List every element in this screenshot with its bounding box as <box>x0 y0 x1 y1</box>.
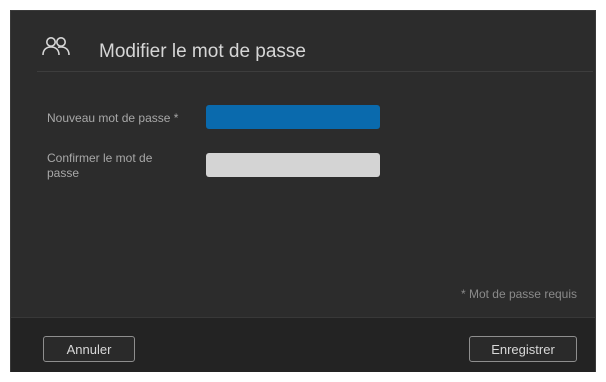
confirm-password-label: Confirmer le mot de passe <box>47 151 153 180</box>
dialog-header: Modifier le mot de passe <box>37 35 593 72</box>
cancel-button[interactable]: Annuler <box>43 336 135 362</box>
dialog-footer: Annuler Enregistrer <box>11 317 595 372</box>
users-icon <box>41 35 71 61</box>
new-password-input[interactable] <box>206 105 380 129</box>
new-password-label: Nouveau mot de passe * <box>47 111 197 126</box>
dialog-title: Modifier le mot de passe <box>99 41 306 62</box>
required-note: * Mot de passe requis <box>460 287 577 301</box>
save-button[interactable]: Enregistrer <box>469 336 577 362</box>
confirm-password-input[interactable] <box>206 153 380 177</box>
required-marker: * <box>173 111 179 125</box>
new-password-label-text: Nouveau mot de passe <box>47 111 171 125</box>
change-password-dialog: Modifier le mot de passe Nouveau mot de … <box>10 10 596 372</box>
